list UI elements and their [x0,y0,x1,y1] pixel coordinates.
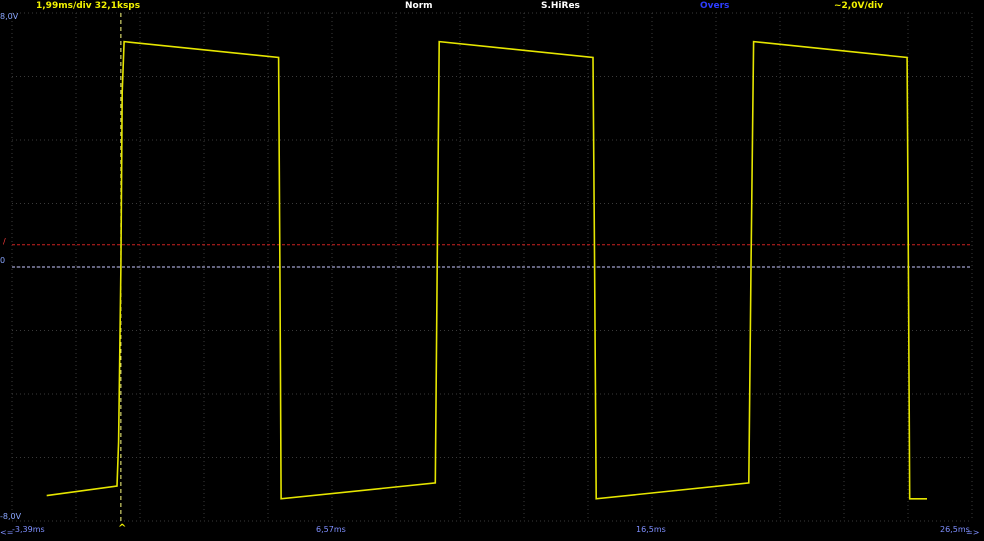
trigger-level-marker[interactable]: / [3,237,6,247]
zero-level-marker[interactable]: 0 [0,256,5,266]
scroll-right-arrow-icon[interactable]: => [966,528,979,538]
trigger-mode-readout[interactable]: Norm [405,0,433,12]
vertical-top-label: 8,0V [0,12,19,21]
status-bar: 1,99ms/div 32,1ksps Norm S.HiRes Overs ~… [0,0,984,13]
time-label: 16,5ms [636,525,666,534]
oversampling-readout[interactable]: Overs [700,0,729,12]
time-label-left: -3,39ms [12,525,45,534]
channel-trace [46,40,927,500]
acquisition-mode-readout[interactable]: S.HiRes [541,0,580,12]
volts-per-div-readout[interactable]: ~2,0V/div [834,0,883,12]
time-label: 6,57ms [316,525,346,534]
waveform-display [11,12,973,522]
timebase-readout[interactable]: 1,99ms/div 32,1ksps [36,0,140,12]
trigger-position-caret-icon[interactable]: ^ [118,524,126,534]
oscilloscope-screen: 1,99ms/div 32,1ksps Norm S.HiRes Overs ~… [0,0,984,541]
time-axis-bar: <= -3,39ms ^ 6,57ms 16,5ms 26,5ms => [0,522,984,541]
vertical-bottom-label: -8,0V [0,512,22,521]
